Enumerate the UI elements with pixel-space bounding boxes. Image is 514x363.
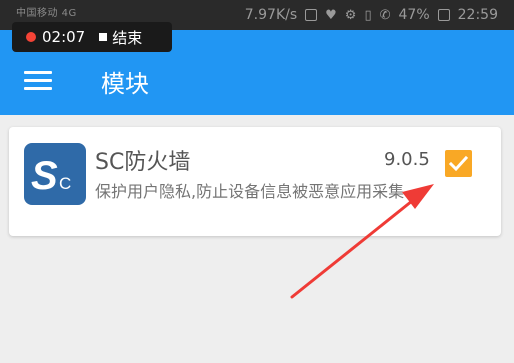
- module-description: 保护用户隐私,防止设备信息被恶意应用采集: [95, 182, 405, 201]
- module-card[interactable]: S C SC防火墙 保护用户隐私,防止设备信息被恶意应用采集 9.0.5: [9, 127, 501, 236]
- module-version: 9.0.5: [384, 149, 430, 170]
- sim-icon: [305, 9, 318, 21]
- checkmark-icon: [448, 155, 469, 172]
- record-elapsed: 02:07: [42, 28, 86, 46]
- svg-text:C: C: [59, 174, 71, 193]
- module-enable-checkbox[interactable]: [445, 150, 472, 177]
- svg-text:S: S: [31, 154, 58, 198]
- sc-firewall-app-icon: S C: [24, 143, 86, 205]
- heart-icon: ♥: [325, 7, 337, 23]
- carrier-text: 中国移动 4G: [16, 8, 77, 19]
- battery-icon: [437, 9, 450, 21]
- page-title: 模块: [101, 70, 149, 98]
- record-dot-icon: [26, 32, 36, 42]
- hamburger-menu-icon[interactable]: [24, 71, 52, 91]
- battery-percent: 47%: [398, 7, 430, 23]
- call-icon: ✆: [379, 7, 391, 23]
- stop-icon: [99, 33, 108, 41]
- module-name: SC防火墙: [95, 150, 191, 175]
- vibrate-icon: ▯: [364, 7, 372, 23]
- stop-recording-button[interactable]: 结束: [112, 27, 142, 48]
- gear-icon: ⚙: [344, 7, 357, 23]
- status-time: 22:59: [457, 7, 498, 23]
- screen-recorder-pill[interactable]: 02:07 结束: [12, 22, 172, 52]
- network-speed: 7.97K/s: [244, 7, 298, 23]
- status-icons: 7.97K/s ♥ ⚙ ▯ ✆ 47% 22:59: [245, 7, 498, 23]
